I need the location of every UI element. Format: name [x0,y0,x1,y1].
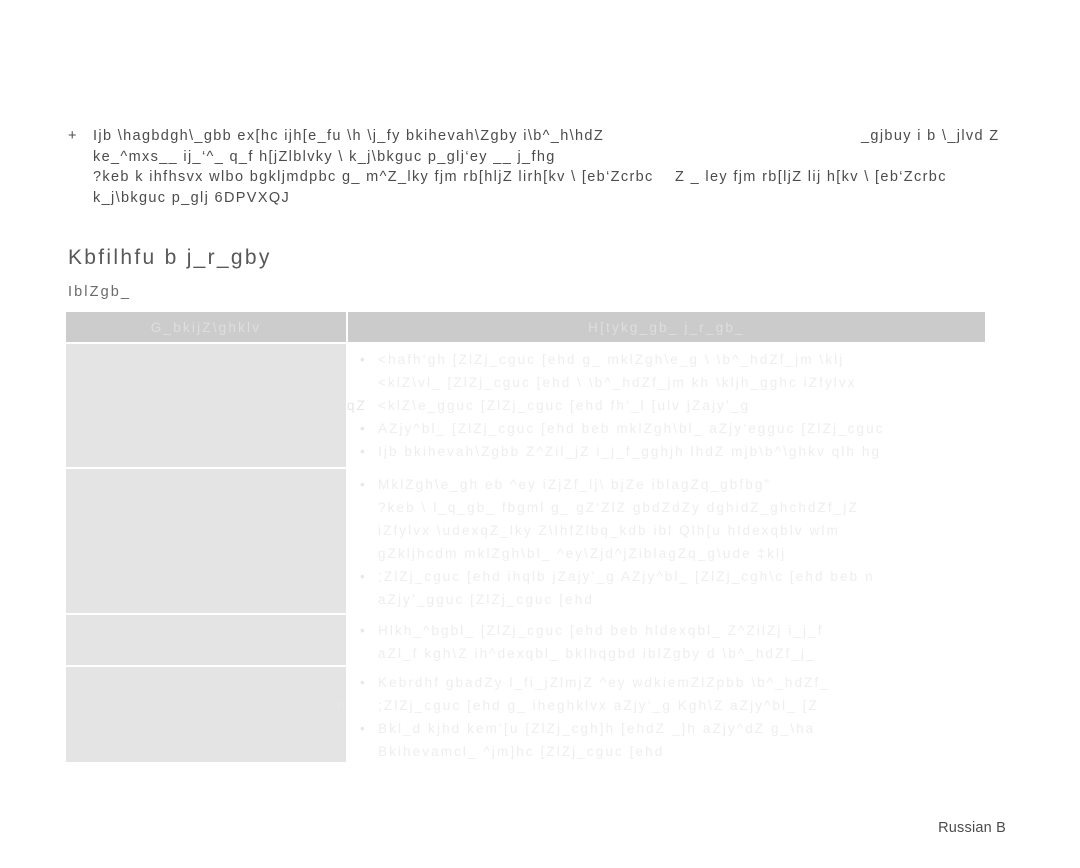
cell-problem [66,344,346,467]
list-item-line: gZkljhcdm mklZgh\bl_ ^ey\Zjd^jZiblagZq_g… [378,546,787,561]
stray-glyph-fragment: qZ [347,398,367,413]
cell-problem [66,615,346,665]
troubleshooting-table: G_bkijZ\ghklv H[tykg_gb_ j_r_gb_ <hafh‘g… [66,312,985,762]
intro-line-text: ?keb k ihfhsvx wlbo bgkljmdpbc g_ m^Z_lk… [93,169,654,185]
list-item-line: <klZ\e_gguc [ZlZj_cguc [ehd fh‘_l [ulv j… [378,398,751,413]
list-item-line: Bkl_d kjhd kem‘[u [ZlZj_cgh]h [ehdZ _]h … [378,721,816,736]
solution-list: Hlkh_^bgbl_ [ZlZj_cguc [ehd beb hldexqbl… [348,615,985,665]
list-item: AZjy^bl_ [ZlZj_cguc [ehd beb mklZgh\bl_ … [348,417,985,440]
list-item-line: aZl_f kgh\Z ih^dexqbl_ bklhqgbd iblZgby … [378,646,816,661]
list-item-line: ;ZlZj_cguc [ehd ihqlb jZajy’_g AZjy^bl_ … [378,569,875,584]
cell-solution: Kebrdhf gbadZy l_fi_jZlmjZ ^ey wdkiemZlZ… [348,667,985,762]
subsection-heading: IblZgb_ [68,284,132,300]
intro-line: ?keb k ihfhsvx wlbo bgkljmdpbc g_ m^Z_lk… [68,167,1080,188]
document-page: + Ijb \hagbdgh\_gbb ex[hc ijh[e_fu \h \j… [0,0,1080,868]
list-item-line: <hafh‘gh [ZlZj_cguc [ehd g_ mklZgh\e_g \… [378,352,845,367]
list-item-line: Ijb bkihevah\Zgbb Z^Zil_jZ i_j_f_gghjh l… [378,444,882,459]
footer-language-label: Russian B [938,820,1006,836]
list-item-line: MklZgh\e_gh eb ^ey iZjZf_lj\ bjZe iblagZ… [378,477,772,492]
list-item-line: AZjy^bl_ [ZlZj_cguc [ehd beb mklZgh\bl_ … [378,421,885,436]
list-item-line: Kebrdhf gbadZy l_fi_jZlmjZ ^ey wdkiemZlZ… [378,675,830,690]
intro-line-text: k_j\bkguc p_glj 6DPVXQJ [93,189,291,206]
intro-line-text: Ijb \hagbdgh\_gbb ex[hc ijh[e_fu \h \j_f… [93,128,605,144]
intro-line: + Ijb \hagbdgh\_gbb ex[hc ijh[e_fu \h \j… [68,126,1080,147]
list-item-line: ;ZlZj_cguc [ehd g_ iheghklvx aZjy‘_g Kgh… [378,698,819,713]
list-item: <hafh‘gh [ZlZj_cguc [ehd g_ mklZgh\e_g \… [348,348,985,417]
list-item: Bkl_d kjhd kem‘[u [ZlZj_cgh]h [ehdZ _]h … [348,717,985,763]
cell-solution: Hlkh_^bgbl_ [ZlZj_cguc [ehd beb hldexqbl… [348,615,985,665]
solution-list: <hafh‘gh [ZlZj_cguc [ehd g_ mklZgh\e_g \… [348,344,985,486]
cell-problem [66,667,346,762]
table-row: Kebrdhf gbadZy l_fi_jZlmjZ ^ey wdkiemZlZ… [66,667,985,762]
table-row: Hlkh_^bgbl_ [ZlZj_cguc [ehd beb hldexqbl… [66,615,985,665]
column-header-solution: H[tykg_gb_ j_r_gb_ [348,312,985,342]
cell-problem [66,469,346,613]
list-item-line: Hlkh_^bgbl_ [ZlZj_cguc [ehd beb hldexqbl… [378,623,824,638]
intro-paragraph: + Ijb \hagbdgh\_gbb ex[hc ijh[e_fu \h \j… [68,126,1080,208]
intro-line: k_j\bkguc p_glj 6DPVXQJ [68,188,1080,209]
list-item-line: Bkihevamcl_ ^jm]hc [ZlZj_cguc [ehd [378,744,665,759]
table-row: MklZgh\e_gh eb ^ey iZjZf_lj\ bjZe iblagZ… [66,469,985,634]
solution-list: MklZgh\e_gh eb ^ey iZjZf_lj\ bjZe iblagZ… [348,469,985,634]
cell-solution: MklZgh\e_gh eb ^ey iZjZf_lj\ bjZe iblagZ… [348,469,985,634]
intro-line: ke_^mxs__ ij_‘^_ q_f h[jZlblvky \ k_j\bk… [68,147,1080,168]
list-item: ;ZlZj_cguc [ehd ihqlb jZajy’_g AZjy^bl_ … [348,565,985,611]
section-heading: Kbfilhfu b j_r_gby [68,246,272,269]
table-row: <hafh‘gh [ZlZj_cguc [ehd g_ mklZgh\e_g \… [66,344,985,482]
list-item-line: <klZ\vl_ [ZlZj_cguc [ehd \ \b^_hdZf_jm k… [378,375,857,390]
list-item: Kebrdhf gbadZy l_fi_jZlmjZ ^ey wdkiemZlZ… [348,671,985,717]
list-item-line: ?keb \ l_q_gb_ fbgml g_ gZ‘ZlZ gbdZdZy d… [378,500,859,515]
intro-bullet-glyph: + [68,128,78,144]
list-item-line: iZfylvx \udexqZ_lky Z\lhfZlbq_kdb ibl Ql… [378,523,840,538]
table-header-row: G_bkijZ\ghklv H[tykg_gb_ j_r_gb_ [66,312,985,342]
column-header-problem: G_bkijZ\ghklv [66,312,346,342]
cell-solution: <hafh‘gh [ZlZj_cguc [ehd g_ mklZgh\e_g \… [348,344,985,482]
solution-list: Kebrdhf gbadZy l_fi_jZlmjZ ^ey wdkiemZlZ… [348,667,985,763]
intro-ghost-fragment: _gjbuy i b \_jlvd Z [861,128,1000,144]
list-item-line: aZjy’_gguc [ZlZj_cguc [ehd [378,592,594,607]
stray-glyph-fragment: h [337,697,347,712]
intro-ghost-fragment: Z _ ley fjm rb[ljZ lij h[kv \ [eb‘Zcrbc [675,169,947,185]
list-item: MklZgh\e_gh eb ^ey iZjZf_lj\ bjZe iblagZ… [348,473,985,565]
intro-line-text: ke_^mxs__ ij_‘^_ q_f h[jZlblvky \ k_j\bk… [93,148,556,165]
list-item: Hlkh_^bgbl_ [ZlZj_cguc [ehd beb hldexqbl… [348,619,985,665]
